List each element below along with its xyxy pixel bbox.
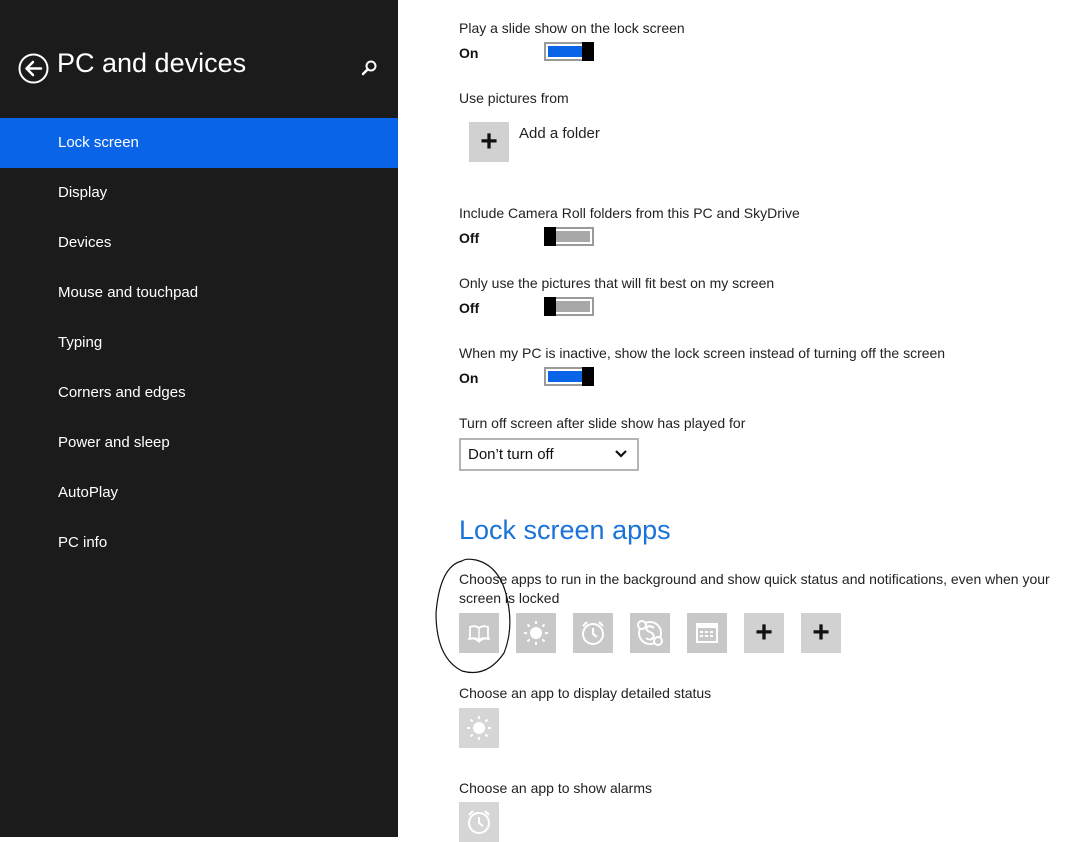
detailed-status-app-tile[interactable] — [459, 708, 499, 748]
slideshow-toggle[interactable] — [544, 42, 594, 61]
fit-best-state: Off — [459, 300, 480, 316]
plus-icon: + — [480, 125, 498, 158]
add-folder-label[interactable]: Add a folder — [519, 125, 600, 142]
pictures-from-label: Use pictures from — [459, 90, 569, 106]
inactive-state: On — [459, 370, 479, 386]
alarms-icon — [468, 810, 490, 834]
fit-best-toggle[interactable] — [544, 297, 594, 316]
camera-roll-state: Off — [459, 230, 480, 246]
reader-app-tile[interactable] — [459, 613, 499, 653]
add-icon: + — [812, 616, 830, 649]
weather-icon — [524, 621, 548, 645]
sidebar-item-mouse-and-touchpad[interactable]: Mouse and touchpad — [0, 268, 398, 318]
skype-icon — [637, 620, 663, 646]
inactive-label: When my PC is inactive, show the lock sc… — [459, 345, 946, 361]
alarms-label: Choose an app to show alarms — [459, 780, 652, 796]
alarms-app-tile[interactable] — [573, 613, 613, 653]
sidebar-item-typing[interactable]: Typing — [0, 318, 398, 368]
reader-icon — [467, 625, 491, 644]
turn-off-label: Turn off screen after slide show has pla… — [459, 415, 746, 431]
sidebar-item-display[interactable]: Display — [0, 168, 398, 218]
weather-icon — [467, 716, 491, 740]
weather-app-tile[interactable] — [516, 613, 556, 653]
lock-screen-apps-description: Choose apps to run in the background and… — [459, 571, 1050, 606]
sidebar-item-corners-and-edges[interactable]: Corners and edges — [0, 368, 398, 418]
sidebar-item-lock-screen[interactable]: Lock screen — [0, 118, 398, 168]
fit-best-label: Only use the pictures that will fit best… — [459, 275, 775, 291]
chevron-down-icon — [615, 450, 627, 458]
search-icon[interactable] — [360, 59, 378, 77]
slideshow-label: Play a slide show on the lock screen — [459, 20, 685, 36]
sidebar-item-devices[interactable]: Devices — [0, 218, 398, 268]
sidebar-item-autoplay[interactable]: AutoPlay — [0, 468, 398, 518]
slideshow-state: On — [459, 45, 479, 61]
turn-off-select[interactable]: Don’t turn off — [459, 438, 639, 471]
back-arrow-icon[interactable] — [18, 53, 49, 84]
turn-off-select-value: Don’t turn off — [468, 446, 554, 463]
sidebar-nav: Lock screen Display Devices Mouse and to… — [0, 118, 398, 568]
app-title: PC and devices — [57, 48, 247, 78]
lock-screen-apps-heading: Lock screen apps — [459, 515, 671, 545]
alarms-icon — [582, 621, 604, 645]
detailed-status-label: Choose an app to display detailed status — [459, 685, 712, 701]
calendar-app-tile[interactable] — [687, 613, 727, 653]
calendar-icon — [696, 623, 718, 643]
camera-roll-label: Include Camera Roll folders from this PC… — [459, 205, 800, 221]
sidebar: PC and devices Lock screen Display Devic… — [0, 0, 398, 837]
sidebar-item-pc-info[interactable]: PC info — [0, 518, 398, 568]
sidebar-item-power-and-sleep[interactable]: Power and sleep — [0, 418, 398, 468]
add-lock-app-button-1[interactable]: + — [744, 613, 784, 653]
add-folder-button[interactable]: + — [469, 122, 509, 162]
settings-panel: Play a slide show on the lock screen On … — [399, 0, 1070, 842]
alarms-status-app-tile[interactable] — [459, 802, 499, 842]
inactive-toggle[interactable] — [544, 367, 594, 386]
camera-roll-toggle[interactable] — [544, 227, 594, 246]
skype-app-tile[interactable] — [630, 613, 670, 653]
add-icon: + — [755, 616, 773, 649]
add-lock-app-button-2[interactable]: + — [801, 613, 841, 653]
